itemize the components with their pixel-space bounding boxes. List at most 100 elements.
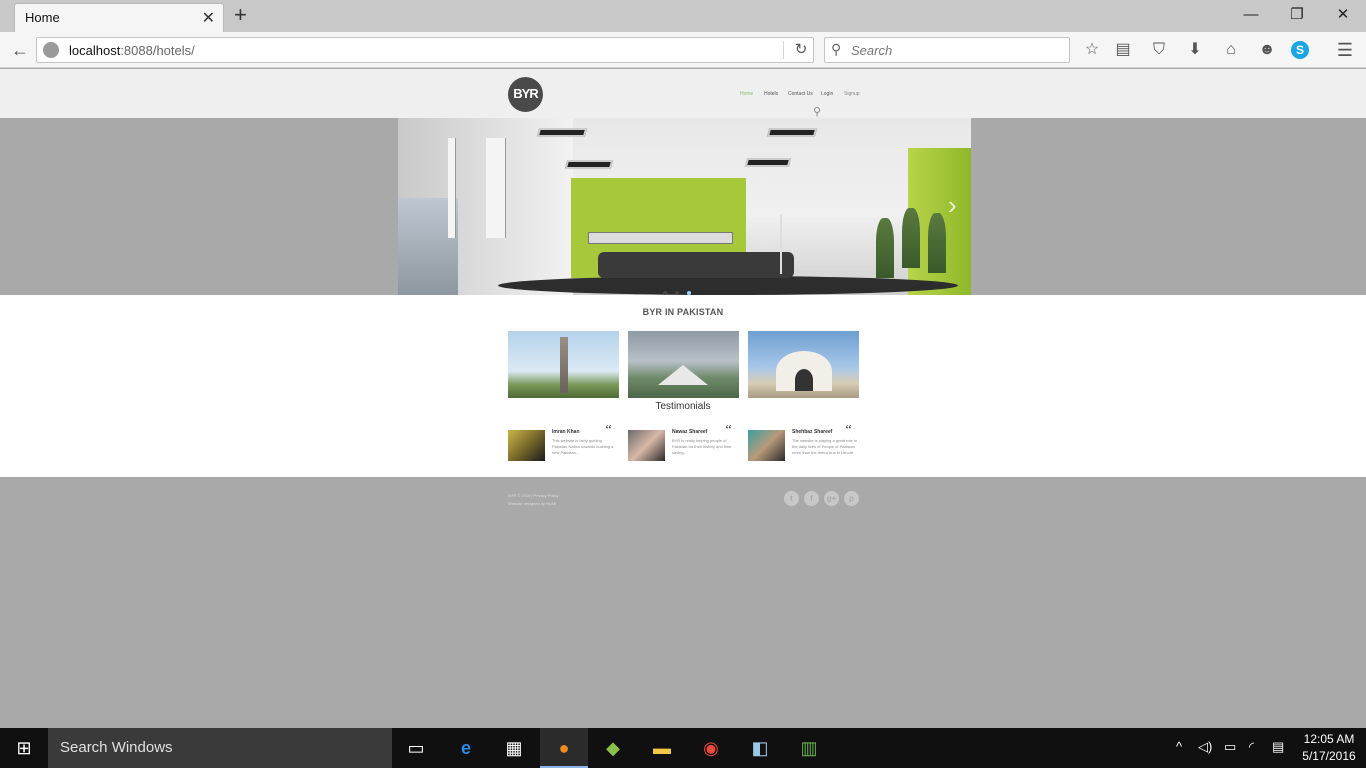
avatar [508, 430, 545, 461]
browser-search-input[interactable]: ⚲ Search [824, 37, 1070, 63]
slider-dots [663, 282, 699, 295]
testimonial-name: Nawaz Shareef [672, 429, 708, 435]
quote-icon: “ [724, 423, 732, 438]
menu-icon[interactable]: ☰ [1333, 39, 1357, 61]
reading-list-icon[interactable]: ▤ [1111, 39, 1135, 61]
testimonial-text: BYR is really helping people of Pakistan… [672, 438, 732, 455]
windows-start-icon[interactable]: ⊞ [0, 728, 48, 768]
skype-icon[interactable]: S [1291, 41, 1309, 59]
footer-text: BYR © 2016 | Privacy Policy Website desi… [508, 492, 558, 508]
home-icon[interactable]: ⌂ [1219, 39, 1243, 61]
twitter-icon[interactable]: t [784, 491, 799, 506]
browser-tab-bar: Home ✕ + — ❐ ✕ [0, 0, 1366, 32]
close-window-button[interactable]: ✕ [1320, 4, 1366, 26]
slide-plant [928, 213, 946, 273]
nav-login[interactable]: Login [821, 91, 833, 97]
windows-taskbar: ⊞ Search Windows ▭ e ▦ ● ◆ ▬ ◉ ◧ ▥ ^ ◁) … [0, 728, 1366, 768]
slide-ceiling-light [536, 128, 588, 137]
google-plus-icon[interactable]: g+ [824, 491, 839, 506]
android-studio-icon[interactable]: ◆ [589, 728, 637, 768]
slide-ceiling-light [766, 128, 818, 137]
maximize-button[interactable]: ❐ [1274, 4, 1320, 26]
slide-curtain [486, 138, 506, 238]
nav-hotels[interactable]: Hotels [764, 91, 778, 97]
clock-time: 12:05 AM [1303, 732, 1355, 746]
clock-date: 5/17/2016 [1302, 749, 1356, 763]
search-icon: ⚲ [831, 41, 842, 57]
wifi-icon[interactable]: ◜ [1249, 739, 1254, 755]
edge-icon[interactable]: e [442, 728, 490, 768]
testimonial-name: Imran Khan [552, 429, 580, 435]
slide-curtain [448, 138, 456, 238]
site-header: BYR Home Hotels Contact Us Login Signup … [0, 69, 1366, 118]
mazar-e-quaid-photo[interactable] [748, 331, 859, 398]
url-separator [783, 41, 784, 59]
nav-home[interactable]: Home [740, 91, 753, 97]
virtualbox-icon[interactable]: ◧ [736, 728, 784, 768]
minimize-button[interactable]: — [1228, 4, 1274, 26]
tray-chevron-icon[interactable]: ^ [1176, 739, 1182, 754]
mausoleum-arch [795, 369, 813, 391]
avatar [748, 430, 785, 461]
taskbar-search-placeholder: Search Windows [60, 739, 173, 756]
slide-ceiling-light [564, 160, 614, 169]
testimonial-name: Shehbaz Shareef [792, 429, 833, 435]
chrome-icon[interactable]: ◉ [687, 728, 735, 768]
notifications-icon[interactable]: ▤ [1272, 739, 1284, 755]
browser-tab[interactable]: Home ✕ [14, 3, 224, 32]
site-search-icon[interactable]: ⚲ [813, 105, 821, 118]
footer-credit[interactable]: Website designed by NUMI [508, 500, 558, 508]
avatar [628, 430, 665, 461]
slide-rug [498, 276, 958, 295]
slide-shelf [588, 232, 733, 244]
section-title: BYR IN PAKISTAN [642, 307, 724, 317]
back-button[interactable]: ← [8, 39, 32, 61]
search-placeholder: Search [851, 43, 893, 58]
slide-sofa [598, 252, 794, 278]
hero-slider-band: › [0, 118, 1366, 295]
quote-icon: “ [604, 423, 612, 438]
facebook-icon[interactable]: f [804, 491, 819, 506]
slide-plant [876, 218, 894, 278]
url-text[interactable]: localhost:8088/hotels/ [69, 43, 195, 58]
nav-signup[interactable]: Signup [844, 91, 860, 97]
footer-copyright[interactable]: BYR © 2016 | Privacy Policy [508, 492, 558, 500]
faisal-mosque-photo[interactable] [628, 331, 739, 398]
testimonial-card: Imran Khan “ This website is fairly guid… [508, 423, 619, 463]
new-tab-button[interactable]: + [234, 3, 247, 27]
main-content: BYR IN PAKISTAN Testimonials Imran Khan … [0, 295, 1366, 477]
site-identity-icon[interactable] [43, 42, 59, 58]
pocket-icon[interactable]: ⛉ [1147, 39, 1171, 61]
browser-nav-bar: ← localhost:8088/hotels/ ↻ ⚲ Search ☆ ▤ … [0, 32, 1366, 68]
store-icon[interactable]: ▦ [490, 728, 538, 768]
chat-icon[interactable]: ☻ [1255, 39, 1279, 61]
app-icon[interactable]: ▥ [785, 728, 833, 768]
quote-icon: “ [844, 423, 852, 438]
taskbar-clock[interactable]: 12:05 AM 5/17/2016 [1298, 731, 1360, 765]
slider-next-arrow-icon[interactable]: › [948, 190, 957, 221]
task-view-icon[interactable]: ▭ [392, 728, 440, 768]
url-bar[interactable]: localhost:8088/hotels/ ↻ [36, 37, 814, 63]
page-viewport: BYR Home Hotels Contact Us Login Signup … [0, 69, 1366, 728]
testimonials-title: Testimonials [655, 401, 711, 412]
minar-e-pakistan-photo[interactable] [508, 331, 619, 398]
file-explorer-icon[interactable]: ▬ [638, 728, 686, 768]
testimonial-text: The website is playing a great role in t… [792, 438, 857, 455]
download-icon[interactable]: ⬇ [1183, 39, 1207, 61]
pinterest-icon[interactable]: p [844, 491, 859, 506]
bookmark-star-icon[interactable]: ☆ [1080, 39, 1104, 61]
site-logo[interactable]: BYR [508, 77, 543, 112]
hero-slider[interactable]: › [398, 118, 971, 295]
tab-close-icon[interactable]: ✕ [202, 8, 215, 28]
reload-icon[interactable]: ↻ [791, 40, 811, 60]
mosque-shape [658, 365, 708, 385]
testimonial-card: Shehbaz Shareef “ The website is playing… [748, 423, 859, 463]
taskbar-search-input[interactable]: Search Windows [48, 728, 392, 768]
firefox-icon[interactable]: ● [540, 728, 588, 768]
volume-icon[interactable]: ◁) [1198, 739, 1212, 755]
slide-lamp [780, 214, 782, 274]
battery-icon[interactable]: ▭ [1224, 739, 1236, 755]
tab-title: Home [25, 10, 60, 25]
nav-contact-us[interactable]: Contact Us [788, 91, 813, 97]
slide-ceiling-light [744, 158, 792, 167]
